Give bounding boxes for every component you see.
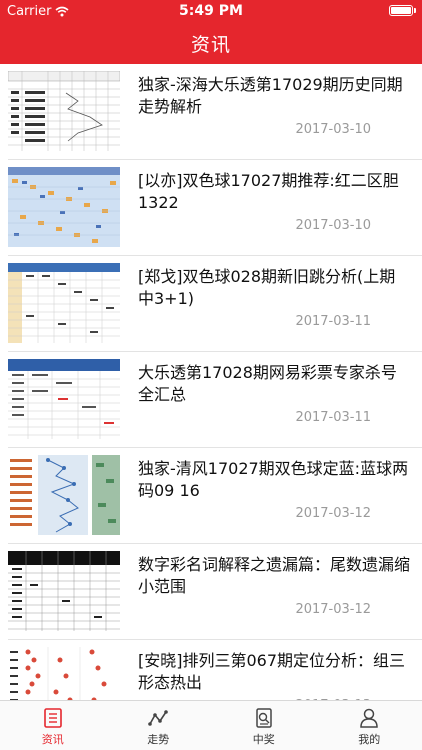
tab-prize[interactable]: 中奖 xyxy=(211,701,317,750)
status-bar: Carrier 5:49 PM xyxy=(0,0,422,22)
tab-label: 走势 xyxy=(147,733,170,746)
status-time: 5:49 PM xyxy=(179,3,243,19)
list-icon xyxy=(43,708,62,728)
article-thumbnail xyxy=(8,71,120,151)
tab-bar: 资讯 走势 中奖 我的 xyxy=(0,700,422,750)
tab-me[interactable]: 我的 xyxy=(317,701,422,750)
article-date: 2017-03-10 xyxy=(295,122,371,137)
article-thumbnail xyxy=(8,359,120,439)
article-title: 独家-深海大乐透第17029期历史同期走势解析 xyxy=(138,75,403,116)
article-item[interactable]: 独家-清风17027期双色球定蓝:蓝球两码09 16 2017-03-12 xyxy=(0,448,422,544)
trend-icon xyxy=(148,710,169,726)
tab-news[interactable]: 资讯 xyxy=(0,701,106,750)
tab-label: 我的 xyxy=(358,733,381,746)
tab-label: 中奖 xyxy=(252,733,275,746)
article-item[interactable]: 大乐透第17028期网易彩票专家杀号全汇总 2017-03-11 xyxy=(0,352,422,448)
article-item[interactable]: 独家-深海大乐透第17029期历史同期走势解析 2017-03-10 xyxy=(0,64,422,160)
article-thumbnail xyxy=(8,647,120,700)
article-date: 2017-03-11 xyxy=(295,410,371,425)
article-title: 数字彩名词解释之遗漏篇：尾数遗漏缩小范围 xyxy=(138,555,411,596)
article-title: [安晓]排列三第067期定位分析：组三形态热出 xyxy=(138,651,406,692)
article-thumbnail xyxy=(8,551,120,631)
person-icon xyxy=(360,708,379,728)
article-list[interactable]: 独家-深海大乐透第17029期历史同期走势解析 2017-03-10 [以亦]双… xyxy=(0,64,422,700)
article-date: 2017-03-12 xyxy=(295,602,371,617)
article-title: 独家-清风17027期双色球定蓝:蓝球两码09 16 xyxy=(138,459,409,500)
article-item[interactable]: [以亦]双色球17027期推荐:红二区胆1322 2017-03-10 xyxy=(0,160,422,256)
tab-label: 资讯 xyxy=(41,733,64,746)
nav-header: Carrier 5:49 PM 资讯 xyxy=(0,0,422,64)
article-date: 2017-03-10 xyxy=(295,218,371,233)
article-thumbnail xyxy=(8,167,120,247)
page-title: 资讯 xyxy=(190,34,231,56)
article-date: 2017-03-11 xyxy=(295,314,371,329)
tab-trend[interactable]: 走势 xyxy=(106,701,212,750)
article-date: 2017-03-12 xyxy=(295,506,371,521)
article-title: [郑戈]双色球028期新旧跳分析(上期中3+1) xyxy=(138,267,396,308)
article-thumbnail xyxy=(8,263,120,343)
ticket-icon xyxy=(256,708,272,728)
article-item[interactable]: [安晓]排列三第067期定位分析：组三形态热出 2017-03-13 xyxy=(0,640,422,700)
article-item[interactable]: 数字彩名词解释之遗漏篇：尾数遗漏缩小范围 2017-03-12 xyxy=(0,544,422,640)
article-title: 大乐透第17028期网易彩票专家杀号全汇总 xyxy=(138,363,397,404)
article-item[interactable]: [郑戈]双色球028期新旧跳分析(上期中3+1) 2017-03-11 xyxy=(0,256,422,352)
article-thumbnail xyxy=(8,455,120,535)
battery-icon xyxy=(389,5,416,16)
article-title: [以亦]双色球17027期推荐:红二区胆1322 xyxy=(138,171,399,212)
